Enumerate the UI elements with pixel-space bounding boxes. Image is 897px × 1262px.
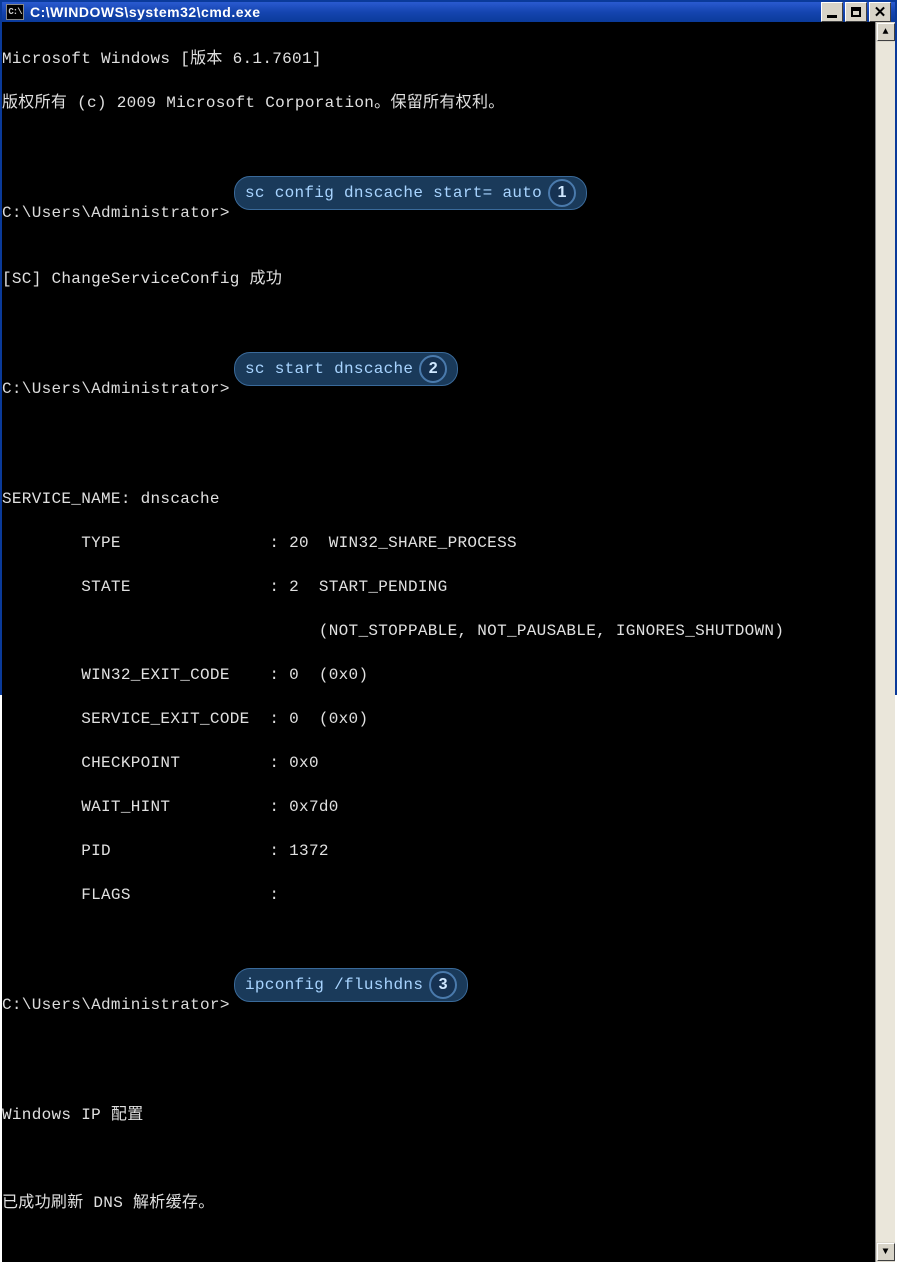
annotation-badge-3: 3 [429, 971, 457, 999]
service-checkpoint: CHECKPOINT : 0x0 [2, 754, 319, 772]
ipconfig-success: 已成功刷新 DNS 解析缓存。 [2, 1194, 215, 1212]
service-pid: PID : 1372 [2, 842, 329, 860]
content-area: Microsoft Windows [版本 6.1.7601] 版权所有 (c)… [2, 22, 895, 1262]
cmd-1-response: [SC] ChangeServiceConfig 成功 [2, 270, 282, 288]
annotation-cmd-3: ipconfig /flushdns 3 [234, 968, 468, 1002]
minimize-button[interactable] [821, 2, 843, 22]
prompt-3: C:\Users\Administrator> [2, 996, 230, 1014]
prompt-2: C:\Users\Administrator> [2, 380, 230, 398]
service-name: SERVICE_NAME: dnscache [2, 490, 220, 508]
annotation-cmd-2: sc start dnscache 2 [234, 352, 458, 386]
close-button[interactable]: ✕ [869, 2, 891, 22]
window-title: C:\WINDOWS\system32\cmd.exe [30, 4, 821, 20]
cmd-icon: C:\ [6, 4, 24, 20]
prompt-1: C:\Users\Administrator> [2, 204, 230, 222]
vertical-scrollbar[interactable]: ▲ ▼ [875, 22, 895, 1262]
maximize-button[interactable] [845, 2, 867, 22]
service-state: STATE : 2 START_PENDING [2, 578, 448, 596]
service-type: TYPE : 20 WIN32_SHARE_PROCESS [2, 534, 517, 552]
window-controls: ✕ [821, 2, 891, 22]
cmd-2-text: sc start dnscache [245, 358, 413, 380]
cmd-1-text: sc config dnscache start= auto [245, 182, 542, 204]
scroll-up-arrow[interactable]: ▲ [877, 23, 895, 41]
cmd-3-text: ipconfig /flushdns [245, 974, 423, 996]
service-wait-hint: WAIT_HINT : 0x7d0 [2, 798, 339, 816]
scroll-down-arrow[interactable]: ▼ [877, 1243, 895, 1261]
annotation-badge-2: 2 [419, 355, 447, 383]
service-exit-code: SERVICE_EXIT_CODE : 0 (0x0) [2, 710, 368, 728]
annotation-cmd-1: sc config dnscache start= auto 1 [234, 176, 587, 210]
titlebar: C:\ C:\WINDOWS\system32\cmd.exe ✕ [2, 2, 895, 22]
terminal-output[interactable]: Microsoft Windows [版本 6.1.7601] 版权所有 (c)… [2, 22, 875, 1262]
copyright-line: 版权所有 (c) 2009 Microsoft Corporation。保留所有… [2, 94, 505, 112]
service-flags: FLAGS : [2, 886, 279, 904]
scroll-track[interactable] [876, 42, 895, 1242]
header-line: Microsoft Windows [版本 6.1.7601] [2, 50, 322, 68]
service-win32-exit: WIN32_EXIT_CODE : 0 (0x0) [2, 666, 368, 684]
service-state-flags: (NOT_STOPPABLE, NOT_PAUSABLE, IGNORES_SH… [2, 622, 784, 640]
ipconfig-header: Windows IP 配置 [2, 1106, 144, 1124]
cmd-window: C:\ C:\WINDOWS\system32\cmd.exe ✕ Micros… [0, 0, 897, 695]
annotation-badge-1: 1 [548, 179, 576, 207]
